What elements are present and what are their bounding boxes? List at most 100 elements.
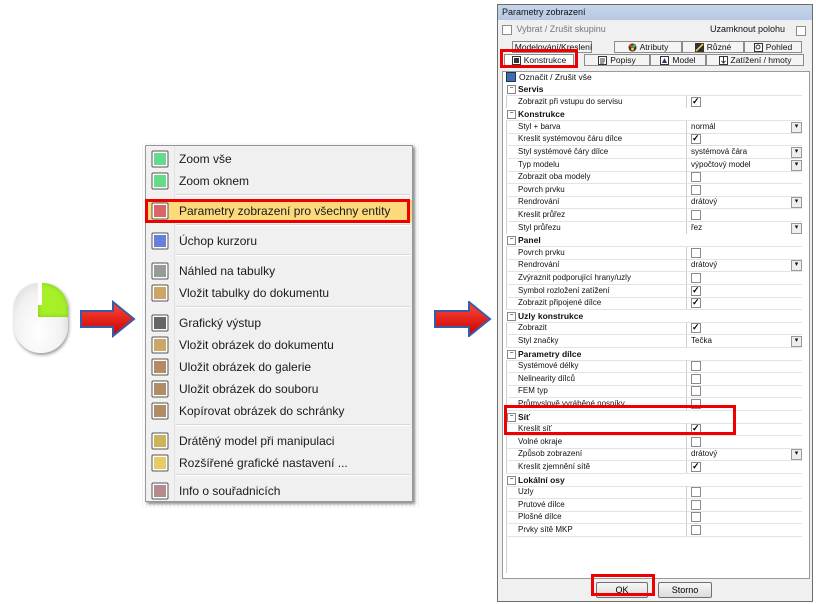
category-row[interactable]: − Konstrukce <box>506 108 802 122</box>
property-checkbox[interactable] <box>691 361 701 372</box>
collapse-icon[interactable]: − <box>507 85 516 94</box>
property-dropdown-value[interactable]: řez <box>691 222 702 234</box>
property-checkbox[interactable] <box>691 512 701 523</box>
select-group-label: Vybrat / Zrušit skupinu <box>516 24 606 34</box>
property-value <box>686 486 803 499</box>
property-row: Zobrazit při vstupu do servisu <box>506 95 802 109</box>
collapse-icon[interactable]: − <box>507 110 516 120</box>
tab-model[interactable]: Model <box>650 54 706 66</box>
dropdown-arrow-icon[interactable]: ▾ <box>791 260 802 272</box>
dropdown-arrow-icon[interactable]: ▾ <box>791 222 802 234</box>
property-checkbox[interactable] <box>691 499 701 510</box>
property-label: Povrch prvku <box>518 247 565 257</box>
cancel-button[interactable]: Storno <box>658 582 712 598</box>
category-row[interactable]: − Uzly konstrukce <box>506 309 802 323</box>
dropdown-arrow-icon[interactable]: ▾ <box>791 336 802 347</box>
menu-item-7[interactable]: Grafický výstup <box>146 312 412 334</box>
tab-attributes[interactable]: Atributy <box>614 41 682 53</box>
menu-item-10[interactable]: Uložit obrázek do souboru <box>146 378 412 400</box>
tab-loads[interactable]: Zatížení / hmoty <box>706 54 804 66</box>
highlight-box <box>500 49 578 68</box>
property-checkbox[interactable] <box>691 247 701 258</box>
property-checkbox[interactable] <box>691 284 701 296</box>
menu-item-13[interactable]: Rozšířené grafické nastavení ... <box>146 452 412 474</box>
property-checkbox[interactable] <box>691 373 701 384</box>
dropdown-arrow-icon[interactable]: ▾ <box>791 197 802 209</box>
property-checkbox[interactable] <box>691 525 701 535</box>
mark-all-icon[interactable] <box>506 72 516 82</box>
dropdown-arrow-icon[interactable]: ▾ <box>791 159 802 171</box>
property-value: řez ▾ <box>686 221 803 234</box>
collapse-icon[interactable]: − <box>507 236 516 246</box>
property-row: Volné okraje <box>506 435 802 449</box>
property-checkbox[interactable] <box>691 487 701 498</box>
property-checkbox[interactable] <box>691 386 701 397</box>
tab-view[interactable]: Pohled <box>744 41 802 53</box>
copy-clipboard-icon <box>151 402 169 420</box>
highlight-box <box>145 199 410 223</box>
property-row: Zvýraznit podporující hrany/uzly <box>506 272 802 285</box>
property-dropdown-value[interactable]: drátový <box>691 448 717 460</box>
category-row[interactable]: − Parametry dílce <box>506 347 802 361</box>
dropdown-arrow-icon[interactable]: ▾ <box>791 449 802 461</box>
collapse-icon[interactable]: − <box>507 475 516 485</box>
property-label: Zobrazit připojené dílce <box>518 298 602 308</box>
property-checkbox[interactable] <box>691 184 701 195</box>
property-checkbox[interactable] <box>691 273 701 283</box>
save-gallery-icon <box>151 358 169 376</box>
category-row[interactable]: − Panel <box>506 234 802 248</box>
property-checkbox[interactable] <box>691 172 701 183</box>
menu-item-11[interactable]: Kopírovat obrázek do schránky <box>146 400 412 422</box>
property-checkbox[interactable] <box>691 296 701 309</box>
menu-item-14[interactable]: Info o souřadnicích <box>146 480 412 502</box>
property-dropdown-value[interactable]: Tečka <box>691 335 712 347</box>
property-label: Kreslit systémovou čáru dílce <box>518 134 623 144</box>
menu-item-4[interactable]: Úchop kurzoru <box>146 230 412 252</box>
category-row[interactable]: − Lokální osy <box>506 473 802 487</box>
property-row: Povrch prvku <box>506 183 802 197</box>
labels-icon <box>598 55 608 65</box>
property-checkbox[interactable] <box>691 95 701 107</box>
collapse-icon[interactable]: − <box>507 349 516 359</box>
category-row[interactable]: − Servis <box>506 83 802 96</box>
category-label: Uzly konstrukce <box>518 310 584 321</box>
property-checkbox[interactable] <box>691 321 701 334</box>
property-dropdown-value[interactable]: systémová čára <box>691 146 747 158</box>
insert-picture-icon <box>151 336 169 354</box>
property-dropdown-value[interactable]: výpočtový model <box>691 159 751 171</box>
property-row: Zobrazit <box>506 321 802 336</box>
property-dropdown-value[interactable]: drátový <box>691 196 717 208</box>
select-group-checkbox[interactable] <box>502 24 512 35</box>
tab-labels[interactable]: Popisy <box>584 54 650 66</box>
category-label: Servis <box>518 84 544 94</box>
tab-misc[interactable]: Různé <box>682 41 744 53</box>
menu-item-6[interactable]: Vložit tabulky do dokumentu <box>146 282 412 304</box>
property-label: Styl + barva <box>518 121 561 131</box>
property-dropdown-value[interactable]: drátový <box>691 259 717 271</box>
property-checkbox[interactable] <box>691 460 701 472</box>
dropdown-arrow-icon[interactable]: ▾ <box>791 121 802 133</box>
collapse-icon[interactable]: − <box>507 311 516 321</box>
menu-item-12[interactable]: Drátěný model při manipulaci <box>146 430 412 452</box>
menu-item-label: Uložit obrázek do souboru <box>179 382 319 396</box>
menu-item-9[interactable]: Uložit obrázek do galerie <box>146 356 412 378</box>
property-row: Systémové délky <box>506 360 802 374</box>
menu-item-1[interactable]: Zoom vše <box>146 148 412 170</box>
mark-all-label[interactable]: Označit / Zrušit vše <box>519 72 592 82</box>
dropdown-arrow-icon[interactable]: ▾ <box>791 147 802 158</box>
property-label: Nelinearity dílců <box>518 373 575 383</box>
menu-item-5[interactable]: Náhled na tabulky <box>146 260 412 282</box>
lock-position-checkbox[interactable] <box>796 26 806 36</box>
property-dropdown-value[interactable]: normál <box>691 121 715 133</box>
property-checkbox[interactable] <box>691 132 701 145</box>
property-checkbox[interactable] <box>691 436 701 447</box>
menu-item-2[interactable]: Zoom oknem <box>146 170 412 192</box>
menu-separator <box>176 194 410 196</box>
loads-icon <box>718 55 728 65</box>
property-checkbox[interactable] <box>691 210 701 220</box>
property-value <box>686 246 803 259</box>
menu-item-8[interactable]: Vložit obrázek do dokumentu <box>146 334 412 356</box>
mouse-left-click-icon <box>14 283 68 353</box>
menu-item-label: Vložit tabulky do dokumentu <box>179 286 330 300</box>
property-row: Kreslit zjemnění sítě <box>506 460 802 474</box>
